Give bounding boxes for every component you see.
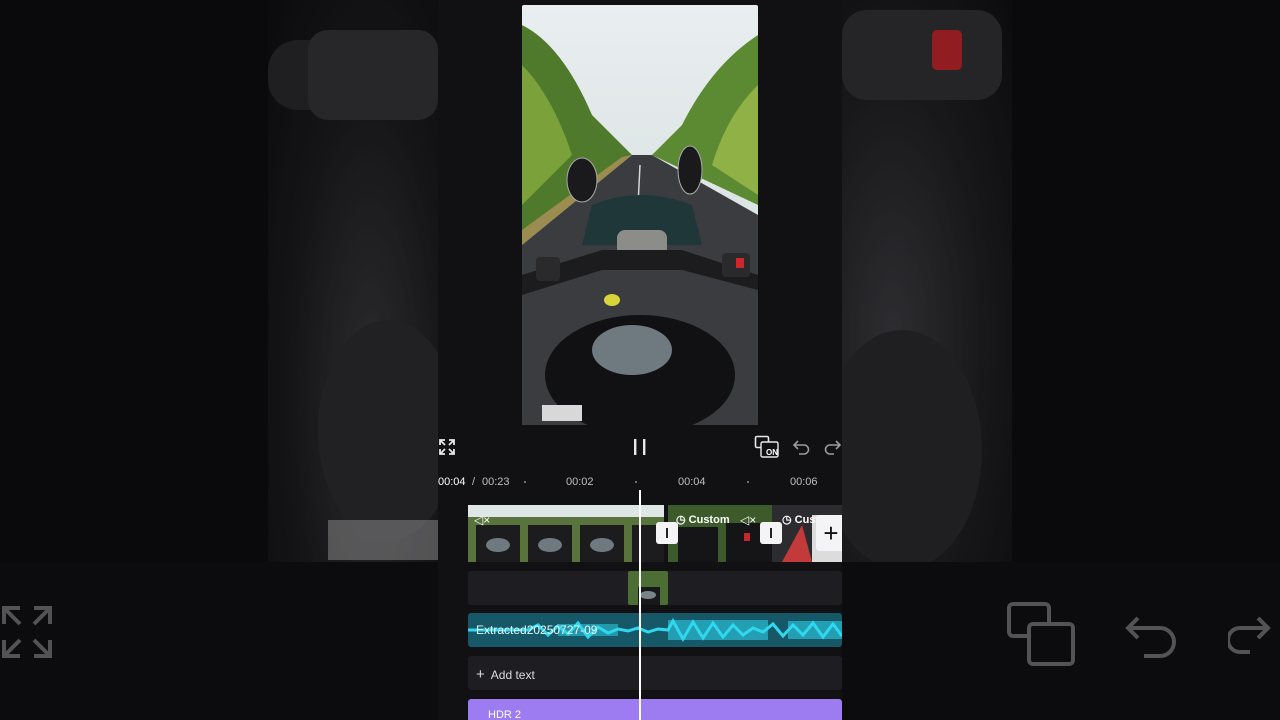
preview-frame (522, 5, 758, 425)
mute-icon[interactable]: ◁× (474, 513, 490, 527)
video-segment[interactable]: ◷ Custom ◁× (668, 505, 772, 562)
fullscreen-button[interactable] (438, 436, 456, 458)
audio-clip-name: Extracted20250727-09 (476, 623, 598, 637)
transition-button[interactable] (760, 522, 782, 544)
time-ruler[interactable]: 00:04 / 00:23 00:02 00:04 00:06 (438, 470, 842, 492)
text-track[interactable]: + Add text (468, 656, 842, 690)
segment-thumbnails (468, 505, 664, 562)
total-time: 00:23 (482, 476, 510, 488)
speed-label: ◷ Custom (676, 514, 730, 526)
ruler-tick-label: 00:02 (566, 476, 594, 488)
video-editor: ON 00:04 / 00:23 00:02 00:04 00:06 ◁× ◷ … (438, 0, 842, 720)
redo-button[interactable] (824, 436, 842, 458)
undo-button[interactable] (792, 436, 810, 458)
keyframe-on-badge: ON (766, 448, 778, 457)
mute-icon[interactable]: ◁× (740, 513, 756, 527)
audio-track[interactable]: Extracted20250727-09 (468, 613, 842, 647)
ruler-tick-label: 00:06 (790, 476, 818, 488)
keyframe-toggle[interactable]: ON (754, 435, 782, 458)
backdrop-undo-icon (1124, 608, 1180, 663)
time-separator: / (472, 476, 476, 488)
pause-icon (634, 439, 646, 455)
video-segment[interactable]: ◁× (468, 505, 664, 562)
blurred-backdrop-left (268, 0, 438, 562)
fullscreen-icon (439, 439, 455, 455)
playhead[interactable] (639, 490, 641, 720)
blurred-backdrop-right (842, 0, 1012, 562)
effect-name: HDR 2 (488, 709, 522, 720)
add-text-label: Add text (490, 667, 535, 682)
backdrop-redo-icon (1226, 608, 1280, 663)
redo-icon (824, 440, 842, 455)
plus-icon: + (476, 666, 485, 683)
backdrop-fullscreen-icon (0, 604, 54, 665)
overlay-clip[interactable] (628, 571, 668, 605)
ruler-tick-label: 00:04 (678, 476, 706, 488)
effect-track[interactable]: HDR 2 (468, 699, 842, 720)
backdrop-scene-left (268, 30, 438, 560)
ruler-dot (635, 481, 637, 483)
video-preview[interactable] (522, 5, 758, 425)
add-clip-button[interactable]: + (816, 515, 842, 551)
transition-button[interactable] (656, 522, 678, 544)
segment-speed-text: Custom (688, 514, 730, 526)
ruler-dot (747, 481, 749, 483)
ruler-dot (524, 481, 526, 483)
backdrop-scene-right (842, 10, 1002, 562)
overlay-thumbnail (628, 571, 668, 605)
main-video-track: ◁× ◷ Custom ◁× ◷ Custom (468, 505, 842, 562)
add-text-button[interactable]: + Add text (476, 666, 535, 683)
current-time: 00:04 (438, 476, 466, 488)
undo-icon (792, 440, 810, 455)
pause-button[interactable] (631, 436, 649, 458)
backdrop-keyframe-icon (1005, 600, 1085, 675)
